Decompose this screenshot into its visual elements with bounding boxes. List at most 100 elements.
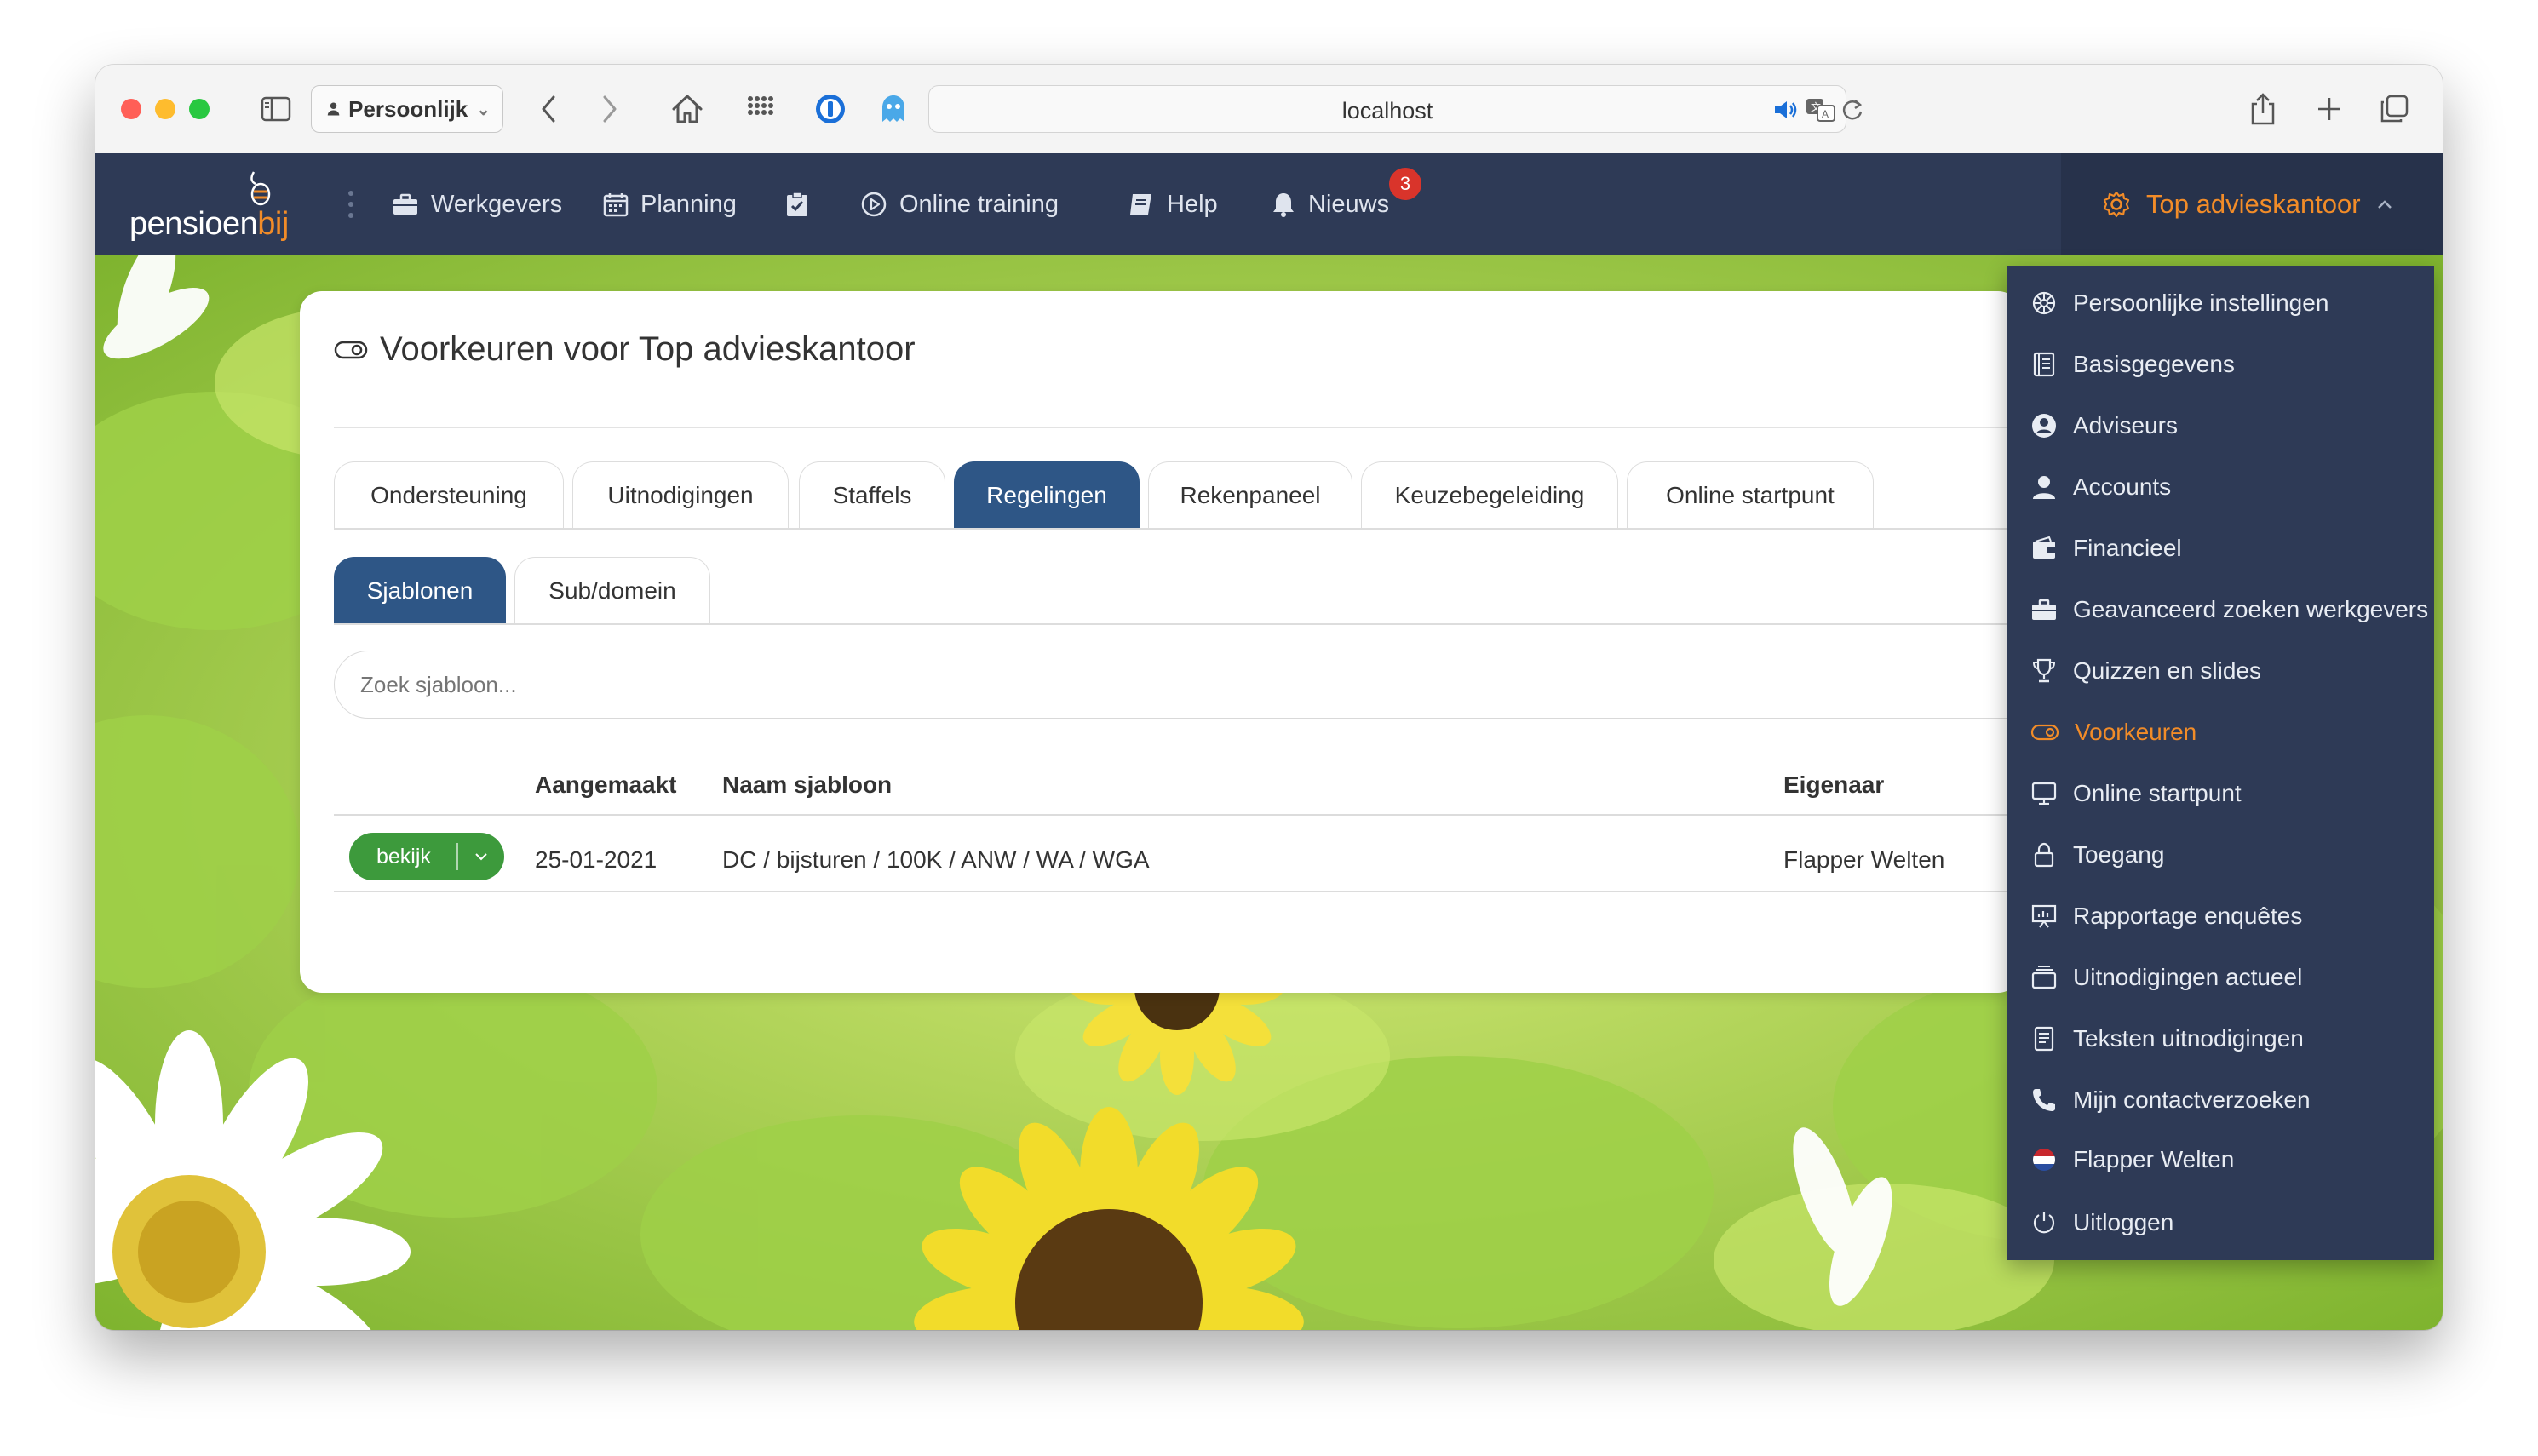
cell-created: 25-01-2021 bbox=[535, 846, 657, 873]
zoom-window-button[interactable] bbox=[189, 99, 210, 119]
tab-keuzebegeleiding[interactable]: Keuzebegeleiding bbox=[1361, 461, 1618, 528]
menu-item-voorkeuren[interactable]: Voorkeuren bbox=[2007, 707, 2434, 758]
phone-icon bbox=[2033, 1089, 2055, 1111]
tab-online-startpunt[interactable]: Online startpunt bbox=[1627, 461, 1874, 528]
menu-item-label: Basisgegevens bbox=[2073, 351, 2235, 377]
profile-selector[interactable]: Persoonlijk ⌄ bbox=[311, 85, 503, 133]
share-icon[interactable] bbox=[2243, 90, 2282, 128]
tab-uitnodigingen[interactable]: Uitnodigingen bbox=[572, 461, 789, 528]
tab-ondersteuning[interactable]: Ondersteuning bbox=[334, 461, 564, 528]
forward-arrow-icon[interactable] bbox=[593, 90, 627, 128]
nav-item-tasks[interactable] bbox=[785, 153, 821, 255]
menu-item-uitloggen[interactable]: Uitloggen bbox=[2007, 1197, 2434, 1248]
reload-icon[interactable] bbox=[1840, 98, 1864, 122]
lock-icon bbox=[2034, 842, 2054, 868]
chevron-up-icon bbox=[2377, 200, 2392, 209]
menu-item-label: Uitnodigingen actueel bbox=[2073, 964, 2303, 990]
bee-logo-icon bbox=[250, 171, 271, 206]
cell-template-name[interactable]: DC / bijsturen / 100K / ANW / WA / WGA bbox=[722, 846, 1150, 874]
table-row-divider bbox=[334, 891, 2020, 892]
pensioenbij-logo[interactable]: pensioenbij bbox=[129, 169, 300, 245]
column-header-created[interactable]: Aangemaakt bbox=[535, 771, 677, 799]
nav-item-nieuws[interactable]: Nieuws bbox=[1271, 153, 1389, 255]
nav-item-planning[interactable]: Planning bbox=[603, 153, 737, 255]
tab-label: Uitnodigingen bbox=[607, 481, 754, 508]
menu-item-toegang[interactable]: Toegang bbox=[2007, 829, 2434, 880]
tab-overview-icon[interactable] bbox=[2374, 90, 2414, 128]
dutch-flag-icon bbox=[2033, 1149, 2055, 1171]
tab-regelingen[interactable]: Regelingen bbox=[954, 461, 1140, 528]
document-list-icon bbox=[2033, 352, 2055, 377]
menu-item-financieel[interactable]: Financieel bbox=[2007, 523, 2434, 574]
power-icon bbox=[2033, 1212, 2055, 1234]
menu-item-label: Toegang bbox=[2073, 841, 2165, 868]
nav-more-dots[interactable] bbox=[347, 153, 354, 255]
minimize-window-button[interactable] bbox=[155, 99, 175, 119]
menu-item-user-flapper-welten[interactable]: Flapper Welten bbox=[2007, 1134, 2434, 1185]
home-icon[interactable] bbox=[668, 90, 707, 128]
tab-label: Staffels bbox=[832, 481, 912, 508]
menu-item-uitnodigingen-actueel[interactable]: Uitnodigingen actueel bbox=[2007, 952, 2434, 1003]
app-navbar: pensioenbij Werkgevers Planning Online t… bbox=[95, 153, 2443, 255]
account-menu-toggle[interactable]: Top advieskantoor bbox=[2061, 153, 2443, 255]
column-header-owner[interactable]: Eigenaar bbox=[1783, 771, 1884, 799]
clipboard-check-icon bbox=[787, 192, 807, 216]
menu-item-basisgegevens[interactable]: Basisgegevens bbox=[2007, 339, 2434, 390]
browser-window: Persoonlijk ⌄ localhost 文A pensioenbij W… bbox=[95, 65, 2443, 1330]
user-circle-icon bbox=[2032, 414, 2056, 438]
back-arrow-icon[interactable] bbox=[531, 90, 566, 128]
profile-label: Persoonlijk bbox=[348, 95, 468, 122]
gear-icon bbox=[2103, 191, 2130, 218]
nav-item-werkgevers[interactable]: Werkgevers bbox=[392, 153, 562, 255]
translate-icon[interactable]: 文A bbox=[1805, 96, 1837, 123]
column-header-template-name[interactable]: Naam sjabloon bbox=[722, 771, 892, 799]
nav-label-planning: Planning bbox=[640, 190, 737, 218]
book-icon bbox=[1130, 194, 1151, 215]
sidebar-toggle-icon[interactable] bbox=[257, 90, 295, 128]
nav-item-help[interactable]: Help bbox=[1128, 153, 1218, 255]
menu-item-quizzen[interactable]: Quizzen en slides bbox=[2007, 645, 2434, 696]
menu-item-online-startpunt[interactable]: Online startpunt bbox=[2007, 768, 2434, 819]
address-bar[interactable]: localhost 文A bbox=[928, 85, 1863, 133]
menu-item-rapportage-enquetes[interactable]: Rapportage enquêtes bbox=[2007, 891, 2434, 942]
nav-label-nieuws: Nieuws bbox=[1308, 190, 1390, 218]
grid-apps-icon[interactable] bbox=[741, 90, 780, 128]
subtab-label: Sjablonen bbox=[366, 576, 474, 604]
logo-text-main: pensioen bbox=[129, 206, 258, 242]
tab-label: Online startpunt bbox=[1666, 481, 1835, 508]
tab-label: Ondersteuning bbox=[370, 481, 527, 508]
speaker-icon[interactable] bbox=[1772, 98, 1800, 122]
menu-item-label: Flapper Welten bbox=[2073, 1146, 2235, 1172]
tab-rekenpaneel[interactable]: Rekenpaneel bbox=[1148, 461, 1352, 528]
subtab-sjablonen[interactable]: Sjablonen bbox=[334, 557, 506, 623]
close-window-button[interactable] bbox=[121, 99, 141, 119]
menu-item-geavanceerd-zoeken[interactable]: Geavanceerd zoeken werkgevers bbox=[2007, 584, 2434, 635]
menu-item-accounts[interactable]: Accounts bbox=[2007, 461, 2434, 513]
new-tab-plus-icon[interactable] bbox=[2310, 90, 2349, 128]
wallet-icon bbox=[2033, 536, 2055, 559]
menu-item-contactverzoeken[interactable]: Mijn contactverzoeken bbox=[2007, 1075, 2434, 1126]
tab-staffels[interactable]: Staffels bbox=[799, 461, 945, 528]
menu-item-label: Accounts bbox=[2073, 473, 2172, 500]
menu-item-persoonlijke-instellingen[interactable]: Persoonlijke instellingen bbox=[2007, 278, 2434, 329]
account-dropdown-menu: Persoonlijke instellingen Basisgegevens … bbox=[2007, 266, 2434, 1260]
nav-item-online-training[interactable]: Online training bbox=[860, 153, 1059, 255]
trophy-icon bbox=[2032, 658, 2056, 683]
menu-item-adviseurs[interactable]: Adviseurs bbox=[2007, 400, 2434, 451]
ghost-extension-icon[interactable] bbox=[874, 90, 913, 128]
table-header-divider bbox=[334, 814, 2020, 816]
nav-label-help: Help bbox=[1167, 190, 1218, 218]
dropdown-caret-icon[interactable] bbox=[458, 851, 505, 862]
svg-text:A: A bbox=[1822, 108, 1829, 120]
menu-item-teksten-uitnodigingen[interactable]: Teksten uitnodigingen bbox=[2007, 1013, 2434, 1064]
template-search-input[interactable] bbox=[334, 651, 2105, 719]
password-manager-icon[interactable] bbox=[811, 90, 850, 128]
presentation-icon bbox=[2031, 904, 2057, 928]
toggle-icon bbox=[334, 341, 368, 358]
person-icon bbox=[327, 102, 340, 116]
view-template-button[interactable]: bekijk bbox=[349, 833, 504, 880]
url-text: localhost bbox=[1341, 98, 1433, 123]
subtab-label: Sub/domein bbox=[548, 576, 676, 604]
subtab-subdomein[interactable]: Sub/domein bbox=[514, 557, 710, 623]
menu-item-label: Mijn contactverzoeken bbox=[2073, 1086, 2311, 1113]
